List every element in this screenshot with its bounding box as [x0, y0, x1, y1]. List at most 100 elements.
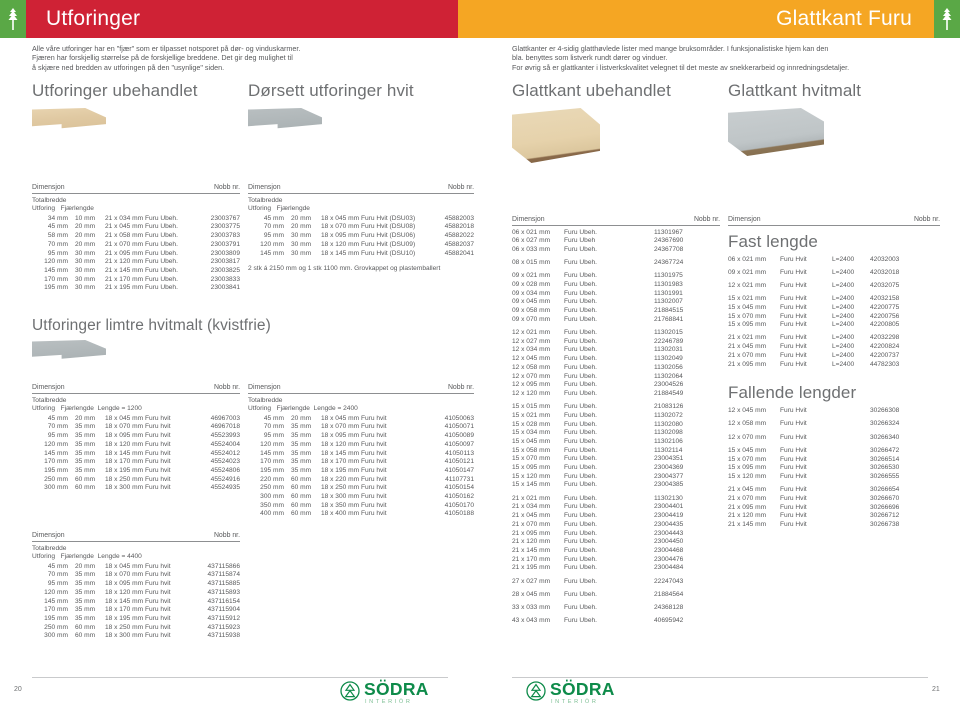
cell-spacer: [616, 495, 654, 504]
cell-material: Furu Ubeh.: [564, 372, 597, 380]
table-row: 95 mm 30 mm 18 x 095 mm Furu Hvit (DSU06) 4…: [248, 232, 474, 241]
cell-dimensjon: 21 x 034 mm: [512, 503, 551, 511]
cell-nobb: 21884564: [654, 590, 684, 598]
cell-lengde: L=2400: [832, 321, 855, 329]
table-row: 15 x 070 mm Furu Ubeh. 23004351: [512, 455, 720, 464]
cell-material: Furu Ubeh.: [564, 520, 597, 528]
cell-spacer: [616, 530, 654, 539]
table-row: 09 x 034 mm Furu Ubeh. 11301991: [512, 290, 720, 299]
cell-nobb: 45882018: [444, 223, 474, 231]
cell-spacer: [616, 390, 654, 399]
cell-dimensjon: 09 x 021 mm: [728, 268, 767, 276]
table-row: 21 x 195 mm Furu Ubeh. 23004484: [512, 564, 720, 573]
cell-utforing: 70 mm: [47, 423, 68, 431]
page-number-left: 20: [14, 686, 22, 693]
cell-dimensjon: 21 x 145 mm: [512, 546, 551, 554]
cell-dimensjon: 15 x 095 mm: [728, 464, 767, 472]
cell-dimensjon: 12 x 070 mm: [728, 433, 767, 441]
table-row: 70 mm 35 mm 18 x 070 mm Furu hvit 437115874: [32, 571, 240, 580]
cell-nobb: 45524916: [210, 475, 240, 483]
table-row: 12 x 021 mm Furu Hvit L=2400 42032075: [728, 282, 940, 291]
cell-dimensjon: 18 x 170 mm Furu hvit: [321, 458, 387, 466]
cell-dimensjon: 21 x 120 mm: [728, 512, 767, 520]
table-row: 300 mm 60 mm 18 x 300 mm Furu hvit 45524935: [32, 484, 240, 493]
cell-material: Furu Ubeh.: [564, 529, 597, 537]
cell-spacer: [616, 604, 654, 613]
cell-material: Furu Hvit: [780, 321, 807, 329]
cell-nobb: 23003791: [210, 240, 240, 248]
cell-material: Furu Hvit: [780, 472, 807, 480]
table-row: 12 x 034 mm Furu Ubeh. 11302031: [512, 346, 720, 355]
cell-fjaerlengde: 60 mm: [291, 475, 312, 483]
cell-fjaerlengde: 60 mm: [291, 501, 312, 509]
cell-material: Furu Hvit: [780, 464, 807, 472]
table-row: 21 x 095 mm Furu Ubeh. 23004443: [512, 530, 720, 539]
cell-material: Furu Ubeh.: [564, 307, 597, 315]
product-image-utforing-ubehandlet: [32, 108, 106, 129]
cell-nobb: 11302098: [654, 429, 683, 437]
table-row: 120 mm 35 mm 18 x 120 mm Furu hvit 45524004: [32, 441, 240, 450]
cell-utforing: 45 mm: [263, 414, 284, 422]
cell-material: Furu Ubeh.: [564, 389, 597, 397]
cell-nobb: 42200737: [870, 351, 900, 359]
cell-nobb: 41050071: [444, 423, 474, 431]
cell-nobb: 42032298: [870, 334, 900, 342]
table-row: 120 mm 30 mm 21 x 120 mm Furu Ubeh. 2300381…: [32, 258, 240, 267]
table-row: 09 x 021 mm Furu Ubeh. 11301975: [512, 272, 720, 281]
cell-dimensjon: 12 x 120 mm: [512, 389, 551, 397]
cell-spacer: [616, 381, 654, 390]
table-row: 45 mm 20 mm 18 x 045 mm Furu Hvit (DSU03) 4…: [248, 215, 474, 224]
cell-nobb: 21884515: [654, 307, 684, 315]
sodra-mark-icon: [340, 681, 360, 706]
cell-spacer: [616, 617, 654, 626]
cell-fjaerlengde: 35 mm: [75, 423, 96, 431]
col-dimensjon: Dimensjon: [248, 384, 281, 391]
cell-material: Furu Ubeh.: [564, 346, 597, 354]
cell-nobb: 30266472: [870, 446, 900, 454]
cell-dimensjon: 18 x 045 mm Furu hvit: [321, 414, 387, 422]
cell-dimensjon: 18 x 045 mm Furu Hvit (DSU03): [321, 214, 416, 222]
cell-utforing: 145 mm: [260, 449, 284, 457]
cell-material: Furu Ubeh.: [564, 289, 597, 297]
cell-nobb: 11302114: [654, 446, 683, 454]
table-row: 09 x 021 mm Furu Hvit L=2400 42032018: [728, 269, 940, 278]
cell-spacer: [832, 447, 870, 456]
cell-nobb: 11302130: [654, 494, 683, 502]
table-utforinger-ubehandlet: Dimensjon Nobb nr. Totalbredde Utforing …: [32, 184, 240, 293]
table-row: 45 mm 20 mm 18 x 045 mm Furu hvit 41050063: [248, 415, 474, 424]
table-row: 145 mm 30 mm 18 x 145 mm Furu Hvit (DSU10)…: [248, 250, 474, 259]
cell-nobb: 23004401: [654, 503, 684, 511]
cell-dimensjon: 21 x 070 mm: [728, 494, 767, 502]
cell-nobb: 11301975: [654, 272, 683, 280]
cell-dimensjon: 15 x 045 mm: [512, 437, 551, 445]
cell-lengde: L=2400: [832, 334, 855, 342]
cell-nobb: 23004419: [654, 512, 684, 520]
cell-dimensjon: 21 x 120 mm: [512, 538, 551, 546]
cell-nobb: 41050154: [444, 484, 474, 492]
cell-nobb: 22246789: [654, 337, 684, 345]
product-image-limtre-hvitmalt: [32, 340, 106, 359]
cell-utforing: 250 mm: [44, 475, 68, 483]
intro-line: bla. benyttes som listverk rundt dører o…: [512, 53, 668, 63]
cell-dimensjon: 18 x 120 mm Furu hvit: [105, 440, 171, 448]
cell-nobb: 437115866: [207, 562, 240, 570]
cell-dimensjon: 21 x 095 mm: [728, 360, 767, 368]
cell-spacer: [616, 481, 654, 490]
cell-spacer: [616, 473, 654, 482]
col-dimensjon: Dimensjon: [728, 216, 761, 223]
cell-nobb: 11302106: [654, 437, 683, 445]
cell-dimensjon: 21 x 195 mm: [512, 564, 551, 572]
cell-utforing: 120 mm: [260, 440, 284, 448]
sodra-wordmark: SÖDRA: [550, 679, 615, 699]
cell-utforing: 250 mm: [260, 484, 284, 492]
cell-dimensjon: 15 x 015 mm: [512, 403, 551, 411]
cell-dimensjon: 15 x 021 mm: [512, 411, 551, 419]
cell-fjaerlengde: 60 mm: [291, 493, 312, 501]
cell-material: Furu Ubeh: [564, 237, 596, 245]
cell-spacer: [616, 346, 654, 355]
cell-fjaerlengde: 30 mm: [75, 284, 96, 292]
table-row: 95 mm 35 mm 18 x 095 mm Furu hvit 45523993: [32, 432, 240, 441]
cell-utforing: 120 mm: [44, 588, 68, 596]
cell-spacer: [832, 473, 870, 482]
cell-nobb: 11302031: [654, 346, 683, 354]
